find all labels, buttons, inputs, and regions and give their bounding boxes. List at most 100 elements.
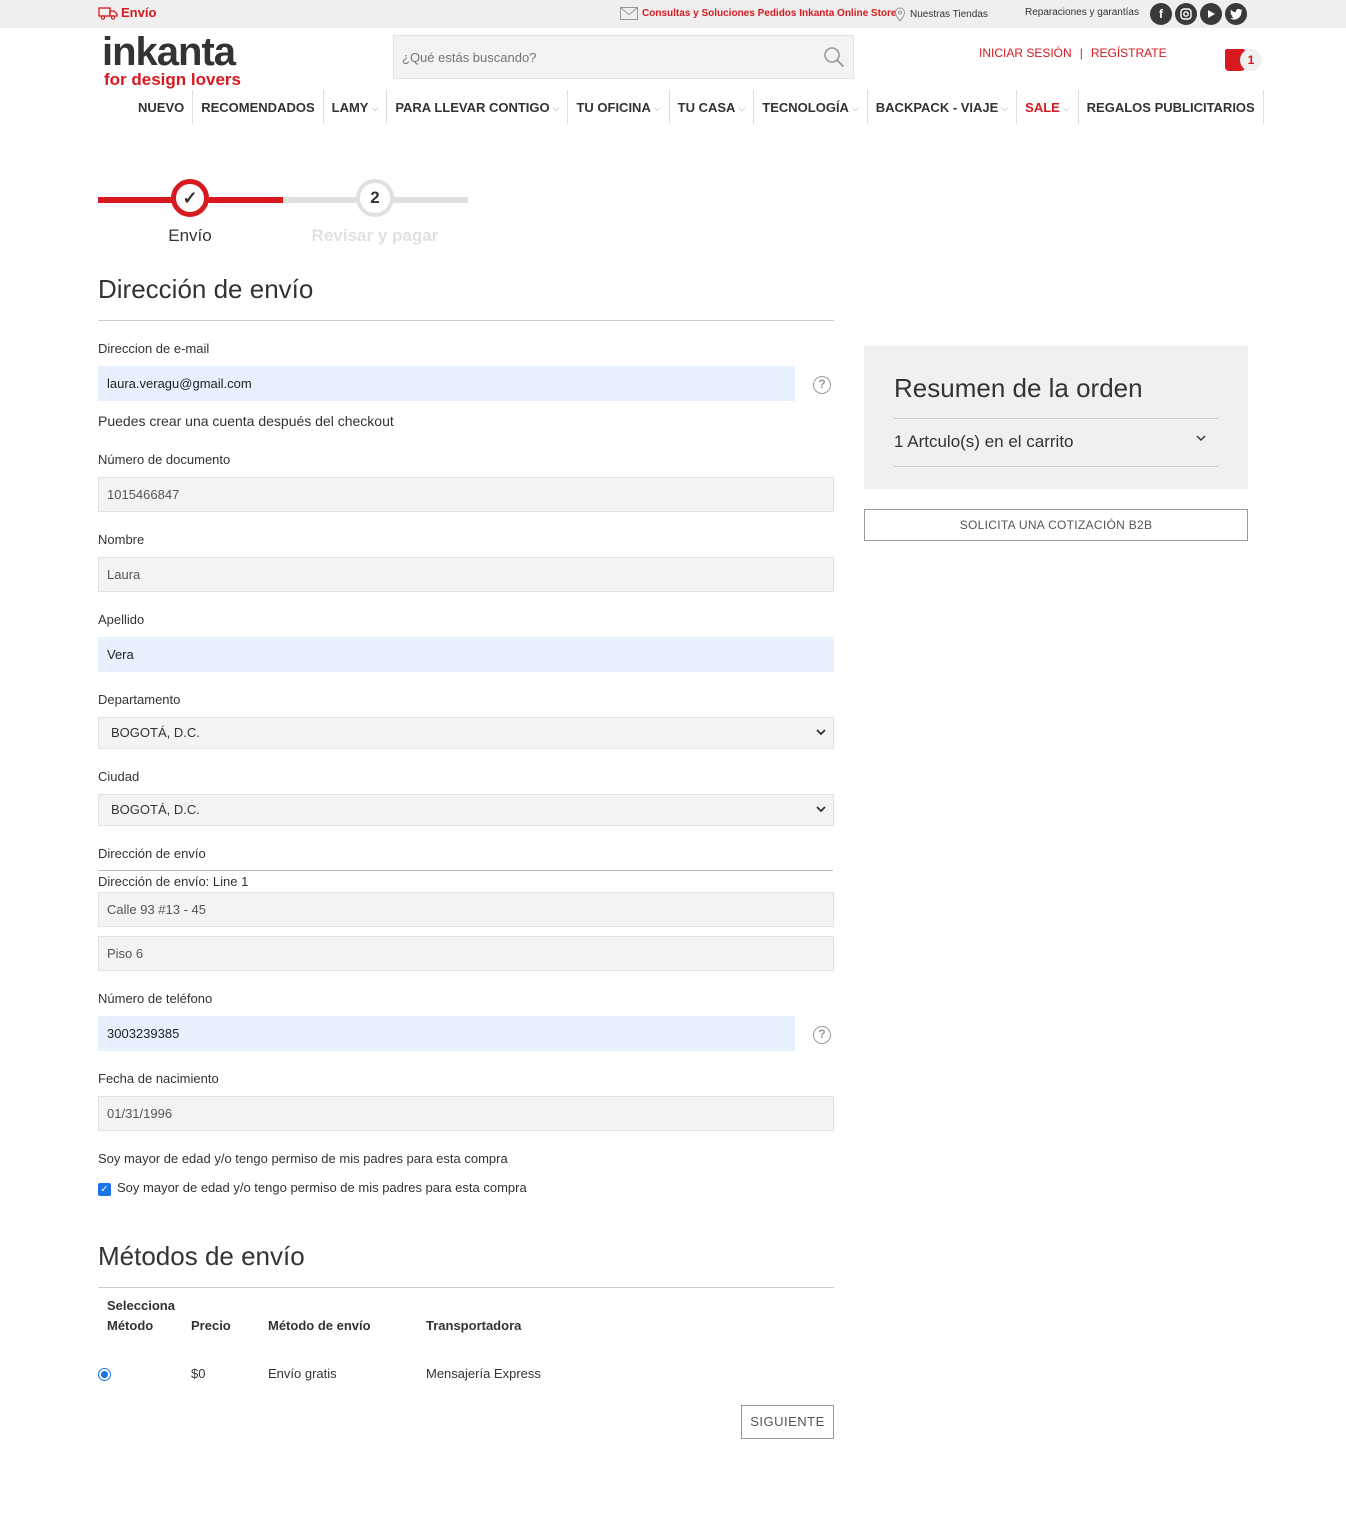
nav-item-label: REGALOS PUBLICITARIOS bbox=[1086, 99, 1255, 115]
chevron-down-icon bbox=[816, 806, 826, 813]
address-line2-field[interactable]: Piso 6 bbox=[98, 936, 834, 971]
shipping-address-title: Dirección de envío bbox=[98, 274, 314, 304]
phone-label: Número de teléfono bbox=[98, 991, 213, 1006]
location-pin-icon bbox=[894, 7, 906, 22]
department-label: Departamento bbox=[98, 692, 181, 707]
document-field[interactable]: 1015466847 bbox=[98, 477, 834, 512]
lastname-label: Apellido bbox=[98, 612, 145, 627]
nav-item-recomendados[interactable]: RECOMENDADOS bbox=[193, 90, 324, 124]
social-links: f bbox=[1150, 3, 1247, 25]
document-label: Número de documento bbox=[98, 452, 231, 467]
method-price: $0 bbox=[191, 1366, 206, 1381]
address-label: Dirección de envío bbox=[98, 846, 206, 861]
department-value: BOGOTÁ, D.C. bbox=[111, 725, 200, 740]
account-note: Puedes crear una cuenta después del chec… bbox=[98, 413, 394, 429]
search-icon[interactable] bbox=[823, 46, 845, 68]
consultas-label: Consultas y Soluciones Pedidos Inkanta O… bbox=[642, 8, 897, 19]
youtube-icon[interactable] bbox=[1200, 3, 1222, 25]
b2b-quote-button[interactable]: SOLICITA UNA COTIZACIÓN B2B bbox=[864, 509, 1248, 541]
chevron-down-icon[interactable] bbox=[1194, 431, 1208, 445]
chevron-down-icon: ⌵ bbox=[851, 102, 859, 113]
city-select[interactable]: BOGOTÁ, D.C. bbox=[98, 794, 834, 826]
consultas-link[interactable]: Consultas y Soluciones Pedidos Inkanta O… bbox=[620, 7, 897, 20]
help-icon[interactable]: ? bbox=[813, 1026, 831, 1044]
order-summary: Resumen de la orden 1 Artculo(s) en el c… bbox=[864, 346, 1248, 489]
nav-item-backpack-viaje[interactable]: BACKPACK - VIAJE ⌵ bbox=[868, 90, 1018, 124]
chevron-down-icon: ⌵ bbox=[738, 102, 746, 113]
nav-item-tu-oficina[interactable]: TU OFICINA ⌵ bbox=[568, 90, 670, 124]
nav-item-tu-casa[interactable]: TU CASA ⌵ bbox=[670, 90, 755, 124]
checkout-progress: ✓ 2 Envío Revisar y pagar bbox=[98, 175, 470, 255]
chevron-down-icon: ⌵ bbox=[653, 102, 661, 113]
logo-wordmark: inkanta bbox=[102, 30, 236, 74]
cart-button[interactable]: 1 bbox=[1222, 45, 1266, 75]
inkanta-logo[interactable]: inkanta for design lovers bbox=[102, 32, 242, 92]
nav-item-nuevo[interactable]: NUEVO bbox=[130, 90, 194, 124]
help-icon[interactable]: ? bbox=[813, 376, 831, 394]
search-input[interactable] bbox=[394, 36, 814, 78]
chevron-down-icon: ⌵ bbox=[552, 102, 560, 113]
header-select-method: Selecciona Método bbox=[107, 1296, 175, 1336]
header-carrier: Transportadora bbox=[426, 1318, 522, 1333]
search-box bbox=[393, 35, 854, 79]
top-bar: Envío Consultas y Soluciones Pedidos Ink… bbox=[0, 0, 1346, 28]
checkmark-icon: ✓ bbox=[182, 187, 198, 208]
divider bbox=[98, 870, 833, 871]
nav-item-para-llevar-contigo[interactable]: PARA LLEVAR CONTIGO ⌵ bbox=[387, 90, 569, 124]
department-select[interactable]: BOGOTÁ, D.C. bbox=[98, 717, 834, 749]
step-2-circle: 2 bbox=[356, 179, 394, 217]
nav-item-label: TECNOLOGÍA bbox=[762, 99, 849, 115]
header-price: Precio bbox=[191, 1318, 231, 1333]
name-label: Nombre bbox=[98, 532, 145, 547]
main-navigation: NUEVO RECOMENDADOS LAMY ⌵ PARA LLEVAR CON… bbox=[130, 90, 1264, 124]
age-consent-checkbox-label[interactable]: Soy mayor de edad y/o tengo permiso de m… bbox=[117, 1180, 527, 1195]
birthdate-field[interactable]: 01/31/1996 bbox=[98, 1096, 834, 1131]
age-consent-row: ✓ Soy mayor de edad y/o tengo permiso de… bbox=[98, 1179, 527, 1196]
chevron-down-icon: ⌵ bbox=[1062, 102, 1070, 113]
register-link[interactable]: REGÍSTRATE bbox=[1091, 46, 1167, 60]
mail-icon bbox=[620, 7, 638, 20]
divider bbox=[98, 1287, 834, 1288]
twitter-icon[interactable] bbox=[1225, 3, 1247, 25]
method-carrier: Mensajería Express bbox=[426, 1366, 541, 1381]
email-field[interactable]: laura.veragu@gmail.com bbox=[98, 366, 795, 401]
age-consent-checkbox[interactable]: ✓ bbox=[98, 1183, 111, 1196]
logo-tagline: for design lovers bbox=[104, 70, 241, 89]
address-line1-field[interactable]: Calle 93 #13 - 45 bbox=[98, 892, 834, 927]
nav-item-sale[interactable]: SALE ⌵ bbox=[1017, 90, 1079, 124]
nav-item-label: RECOMENDADOS bbox=[201, 99, 315, 115]
nav-item-label: LAMY bbox=[331, 99, 369, 115]
birthdate-label: Fecha de nacimiento bbox=[98, 1071, 219, 1086]
nav-item-label: PARA LLEVAR CONTIGO bbox=[395, 99, 550, 115]
address-line1-label: Dirección de envío: Line 1 bbox=[98, 874, 249, 889]
header-select-line1: Selecciona bbox=[107, 1298, 175, 1313]
facebook-icon[interactable]: f bbox=[1150, 3, 1172, 25]
nav-item-regalos-publicitarios[interactable]: REGALOS PUBLICITARIOS bbox=[1079, 90, 1264, 124]
step-1-circle: ✓ bbox=[171, 179, 209, 217]
nav-item-lamy[interactable]: LAMY ⌵ bbox=[324, 90, 388, 124]
shipping-methods-title: Métodos de envío bbox=[98, 1241, 305, 1271]
login-link[interactable]: INICIAR SESIÓN bbox=[979, 46, 1072, 60]
account-links: INICIAR SESIÓN | REGÍSTRATE bbox=[979, 46, 1167, 60]
email-label: Direccion de e-mail bbox=[98, 341, 210, 356]
envio-link[interactable]: Envío bbox=[98, 5, 156, 20]
cart-items-toggle[interactable]: 1 Artculo(s) en el carrito bbox=[894, 432, 1074, 452]
city-label: Ciudad bbox=[98, 769, 140, 784]
chevron-down-icon bbox=[816, 729, 826, 736]
tiendas-link[interactable]: Nuestras Tiendas bbox=[894, 7, 988, 22]
age-consent-label: Soy mayor de edad y/o tengo permiso de m… bbox=[98, 1151, 508, 1166]
nav-item-tecnologia[interactable]: TECNOLOGÍA ⌵ bbox=[754, 90, 868, 124]
nav-item-label: NUEVO bbox=[138, 99, 185, 115]
header-method: Método de envío bbox=[268, 1318, 371, 1333]
nav-item-label: TU CASA bbox=[677, 99, 736, 115]
nav-item-label: TU OFICINA bbox=[576, 99, 651, 115]
instagram-icon[interactable] bbox=[1175, 3, 1197, 25]
lastname-field[interactable]: Vera bbox=[98, 637, 834, 672]
shipping-method-radio[interactable] bbox=[98, 1368, 111, 1381]
divider bbox=[98, 320, 834, 321]
next-button[interactable]: SIGUIENTE bbox=[741, 1405, 834, 1439]
name-field[interactable]: Laura bbox=[98, 557, 834, 592]
step-1-label: Envío bbox=[168, 226, 212, 245]
phone-field[interactable]: 3003239385 bbox=[98, 1016, 795, 1051]
reparaciones-link[interactable]: Reparaciones y garantías bbox=[1025, 7, 1139, 18]
